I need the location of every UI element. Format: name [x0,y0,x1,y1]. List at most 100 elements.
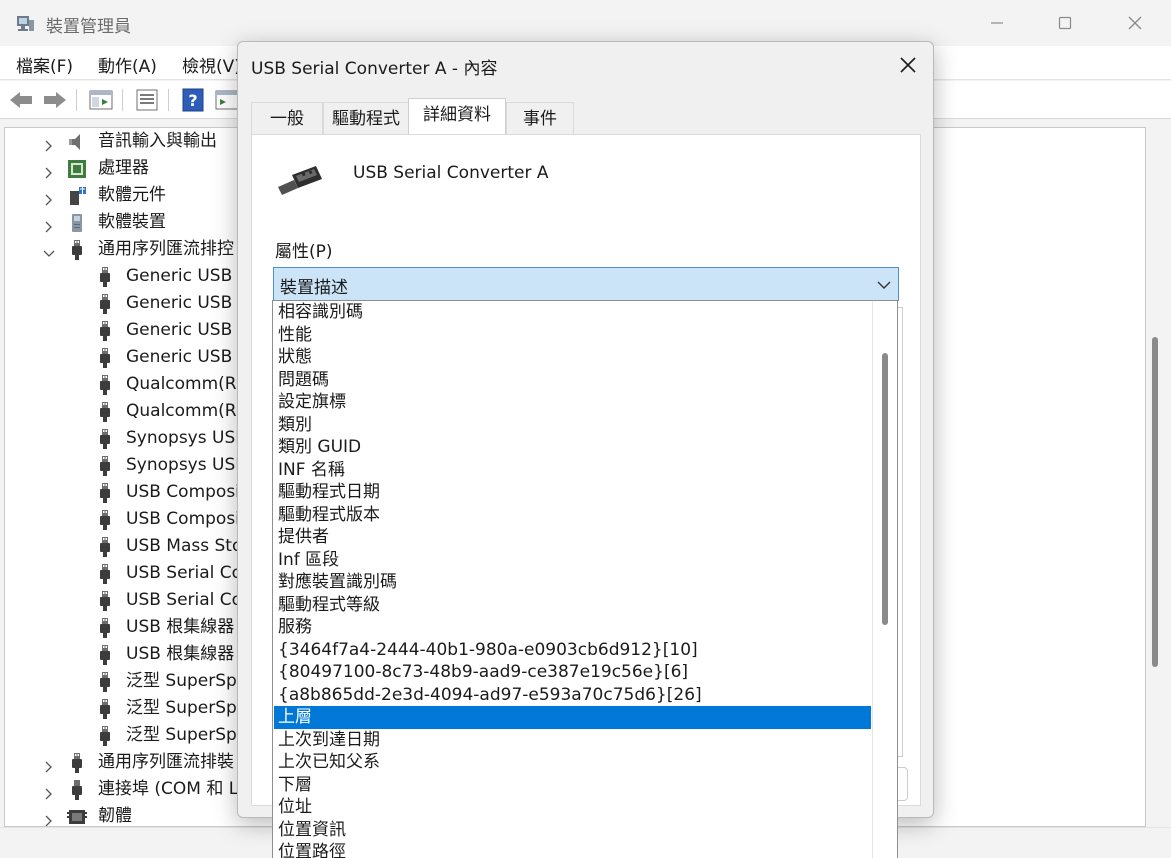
console-view-icon [215,90,239,110]
speaker-icon [66,131,88,153]
firmware-icon [66,806,88,826]
property-select[interactable]: 裝置描述 [273,267,899,301]
menu-action[interactable]: 動作(A) [98,52,157,77]
menu-view[interactable]: 檢視(V) [182,52,241,77]
dropdown-option[interactable]: 驅動程式日期 [274,481,871,504]
dropdown-option[interactable]: 問題碼 [274,369,871,392]
show-hide-console-tree-button[interactable] [88,87,114,113]
usb-plug-icon [94,698,116,720]
usb-plug-icon [94,509,116,531]
tree-item-label: USB Mass Sto [126,536,243,556]
dropdown-option[interactable]: {3464f7a4-2444-40b1-980a-e0903cb6d912}[1… [274,639,871,662]
property-dropdown-list[interactable]: 相容識別碼 性能 狀態 問題碼 設定旗標 類別 類別 GUID INF 名稱 驅動程式日期 驅動程… [272,300,898,858]
toolbar-separator [168,89,169,111]
chevron-right-icon[interactable] [42,756,56,773]
tree-item-label: 泛型 SuperSpe [126,698,248,718]
forward-arrow-icon [44,92,66,108]
usb-plug-icon [94,590,116,612]
chevron-down-icon[interactable] [42,243,56,257]
maximize-button[interactable] [1030,0,1100,46]
dropdown-option[interactable]: 類別 GUID [274,436,871,459]
dropdown-option[interactable]: 位址 [274,796,871,819]
usb-plug-icon [94,293,116,315]
tree-item-label: Generic USB H [126,347,251,367]
usb-plug-icon [94,266,116,288]
dropdown-scrollbar[interactable] [872,301,897,858]
tree-item-label: Qualcomm(R) [126,374,244,394]
tab-events[interactable]: 事件 [506,102,574,134]
dropdown-option[interactable]: 對應裝置識別碼 [274,571,871,594]
usb-plug-icon [94,536,116,558]
tree-item-label: Synopsys USB [126,455,247,475]
dropdown-option[interactable]: 上次已知父系 [274,751,871,774]
help-icon: ? [182,88,204,112]
help-button[interactable]: ? [180,87,206,113]
tree-item-label: USB Serial Co [126,590,243,610]
forward-button[interactable] [42,87,68,113]
tab-general[interactable]: 一般 [251,102,323,134]
software-component-icon [66,185,88,207]
usb-plug-icon [94,644,116,666]
usb-plug-icon [94,374,116,396]
chevron-right-icon[interactable] [42,216,56,233]
dropdown-option[interactable]: {a8b865dd-2e3d-4094-ad97-e593a70c75d6}[2… [274,684,871,707]
chevron-right-icon[interactable] [42,162,56,179]
tree-item-label: USB Composi [126,509,240,529]
chevron-right-icon[interactable] [42,783,56,800]
tree-item-label: 處理器 [98,158,149,178]
tree-item-label: 韌體 [98,806,132,826]
back-arrow-icon [10,92,32,108]
dropdown-option[interactable]: 服務 [274,616,871,639]
dropdown-option[interactable]: Inf 區段 [274,549,871,572]
usb-plug-icon [94,671,116,693]
dropdown-option-selected[interactable]: 上層 [274,706,871,729]
dialog-close-button[interactable] [885,46,931,84]
dropdown-option[interactable]: 性能 [274,324,871,347]
dropdown-option[interactable]: 驅動程式等級 [274,594,871,617]
dropdown-option[interactable]: 相容識別碼 [274,301,871,324]
back-button[interactable] [8,87,34,113]
tab-driver[interactable]: 驅動程式 [323,102,409,134]
dropdown-option[interactable]: 設定旗標 [274,391,871,414]
tree-item-label: 通用序列匯流排控 [98,239,234,259]
usb-plug-icon [94,347,116,369]
chevron-right-icon[interactable] [42,810,56,826]
property-select-value: 裝置描述 [280,278,348,298]
window-close-button[interactable] [1100,0,1170,46]
tree-item-label: USB 根集線器 [126,617,235,637]
dropdown-option[interactable]: 位置資訊 [274,819,871,842]
device-tree-vertical-scrollbar[interactable] [1146,127,1171,827]
dropdown-option[interactable]: 位置路徑 [274,841,871,858]
tree-item-label: 連接埠 (COM 和 L [98,779,239,799]
dropdown-option[interactable]: 上次到達日期 [274,729,871,752]
chevron-right-icon[interactable] [42,135,56,152]
usb-plug-icon [94,320,116,342]
properties-button[interactable] [134,87,160,113]
dropdown-scrollbar-thumb[interactable] [882,353,888,625]
scrollbar-thumb[interactable] [1152,337,1158,667]
chevron-right-icon[interactable] [42,189,56,206]
menu-file[interactable]: 檔案(F) [16,52,73,77]
dropdown-option[interactable]: 提供者 [274,526,871,549]
dropdown-option[interactable]: 下層 [274,774,871,797]
close-icon [1128,16,1142,30]
dropdown-option[interactable]: INF 名稱 [274,459,871,482]
console-tree-icon [89,90,113,110]
dropdown-option[interactable]: 狀態 [274,346,871,369]
tree-item-label: Generic USB H [126,293,251,313]
tree-item-label: USB Composi [126,482,240,502]
tree-item-label: Generic USB H [126,320,251,340]
toolbar-separator [122,89,123,111]
tree-item-label: Generic USB H [126,266,251,286]
dropdown-option[interactable]: 驅動程式版本 [274,504,871,527]
property-label: 屬性(P) [275,242,333,262]
processor-icon [66,158,88,180]
tab-details[interactable]: 詳細資料 [408,98,506,134]
minimize-button[interactable] [962,0,1032,46]
dialog-title: USB Serial Converter A - 內容 [251,59,498,79]
usb-plug-icon [94,617,116,639]
dropdown-option[interactable]: {80497100-8c73-48b9-aad9-ce387e19c56e}[6… [274,661,871,684]
usb-plug-icon [66,752,88,774]
toolbar-separator [76,89,77,111]
dropdown-option[interactable]: 類別 [274,414,871,437]
